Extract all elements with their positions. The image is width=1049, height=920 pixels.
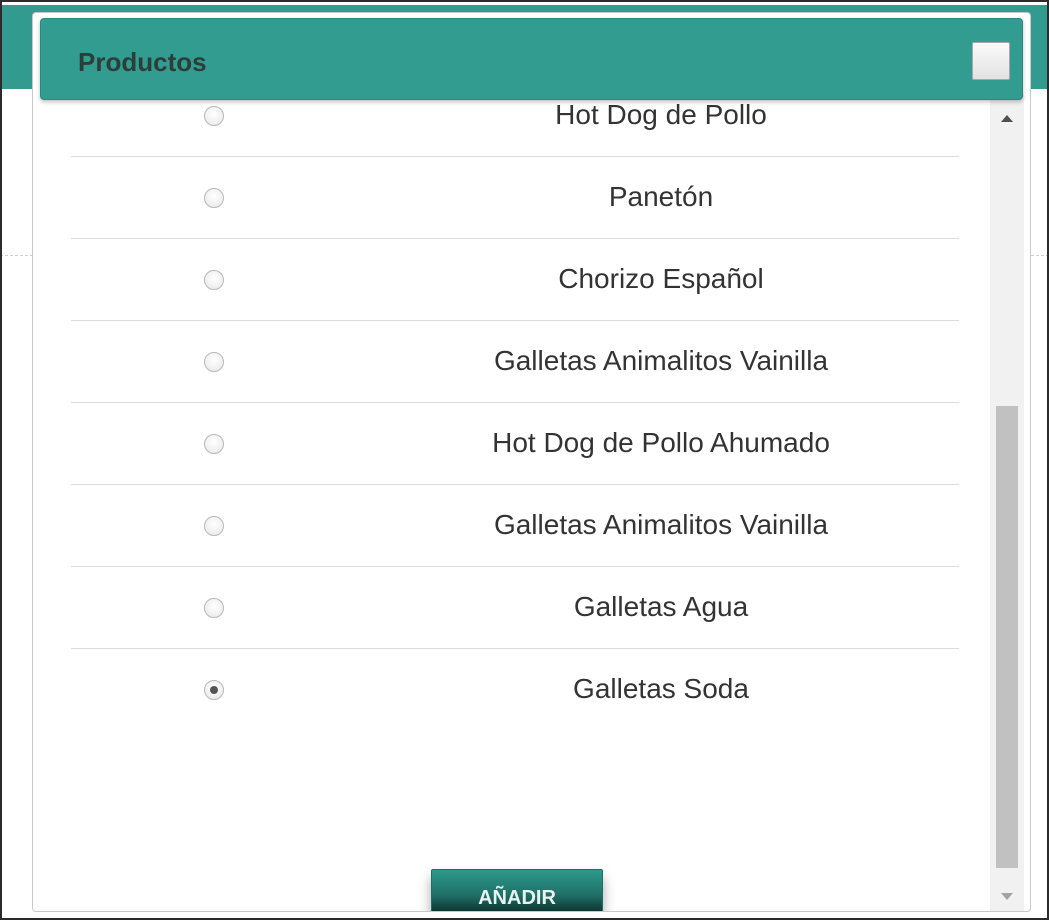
list-item[interactable]: Panetón — [71, 157, 959, 239]
list-item[interactable]: Hot Dog de Pollo Ahumado — [71, 403, 959, 485]
product-list: Hot Dog de Pollo Panetón Chorizo Español… — [71, 93, 959, 731]
list-item[interactable]: Hot Dog de Pollo — [71, 93, 959, 157]
scroll-up-button[interactable] — [990, 103, 1024, 133]
scroll-down-button[interactable] — [990, 881, 1024, 911]
list-item[interactable]: Galletas Agua — [71, 567, 959, 649]
close-button[interactable] — [972, 42, 1010, 80]
product-label: Galletas Soda — [573, 673, 749, 704]
add-button[interactable]: AÑADIR — [431, 869, 603, 911]
product-label: Galletas Agua — [573, 591, 749, 622]
product-radio[interactable] — [204, 680, 224, 700]
product-label: Panetón — [608, 181, 714, 212]
products-dialog: Productos Hot Dog de Pollo Panetón Chori… — [32, 12, 1031, 912]
list-item[interactable]: Chorizo Español — [71, 239, 959, 321]
arrow-up-icon — [1001, 114, 1013, 122]
product-label: Hot Dog de Pollo Ahumado — [492, 427, 830, 458]
product-radio[interactable] — [204, 188, 224, 208]
product-radio[interactable] — [204, 434, 224, 454]
page: Productos Hot Dog de Pollo Panetón Chori… — [0, 0, 1049, 920]
dialog-title: Productos — [78, 47, 207, 77]
product-radio[interactable] — [204, 352, 224, 372]
product-label: Chorizo Español — [558, 263, 764, 294]
list-item[interactable]: Galletas Soda — [71, 649, 959, 731]
product-label: Galletas Animalitos Vainilla — [493, 509, 829, 540]
list-item[interactable]: Galletas Animalitos Vainilla — [71, 321, 959, 403]
list-item[interactable]: Galletas Animalitos Vainilla — [71, 485, 959, 567]
product-label: Galletas Animalitos Vainilla — [493, 345, 829, 376]
product-list-scroll-area[interactable]: Hot Dog de Pollo Panetón Chorizo Español… — [33, 93, 1030, 911]
dialog-header: Productos — [40, 18, 1023, 100]
product-radio[interactable] — [204, 106, 224, 126]
arrow-down-icon — [1001, 892, 1013, 900]
product-radio[interactable] — [204, 270, 224, 290]
product-radio[interactable] — [204, 598, 224, 618]
product-radio[interactable] — [204, 516, 224, 536]
vertical-scrollbar[interactable] — [990, 93, 1024, 911]
product-label: Hot Dog de Pollo — [555, 99, 767, 130]
scrollbar-thumb[interactable] — [996, 406, 1018, 868]
